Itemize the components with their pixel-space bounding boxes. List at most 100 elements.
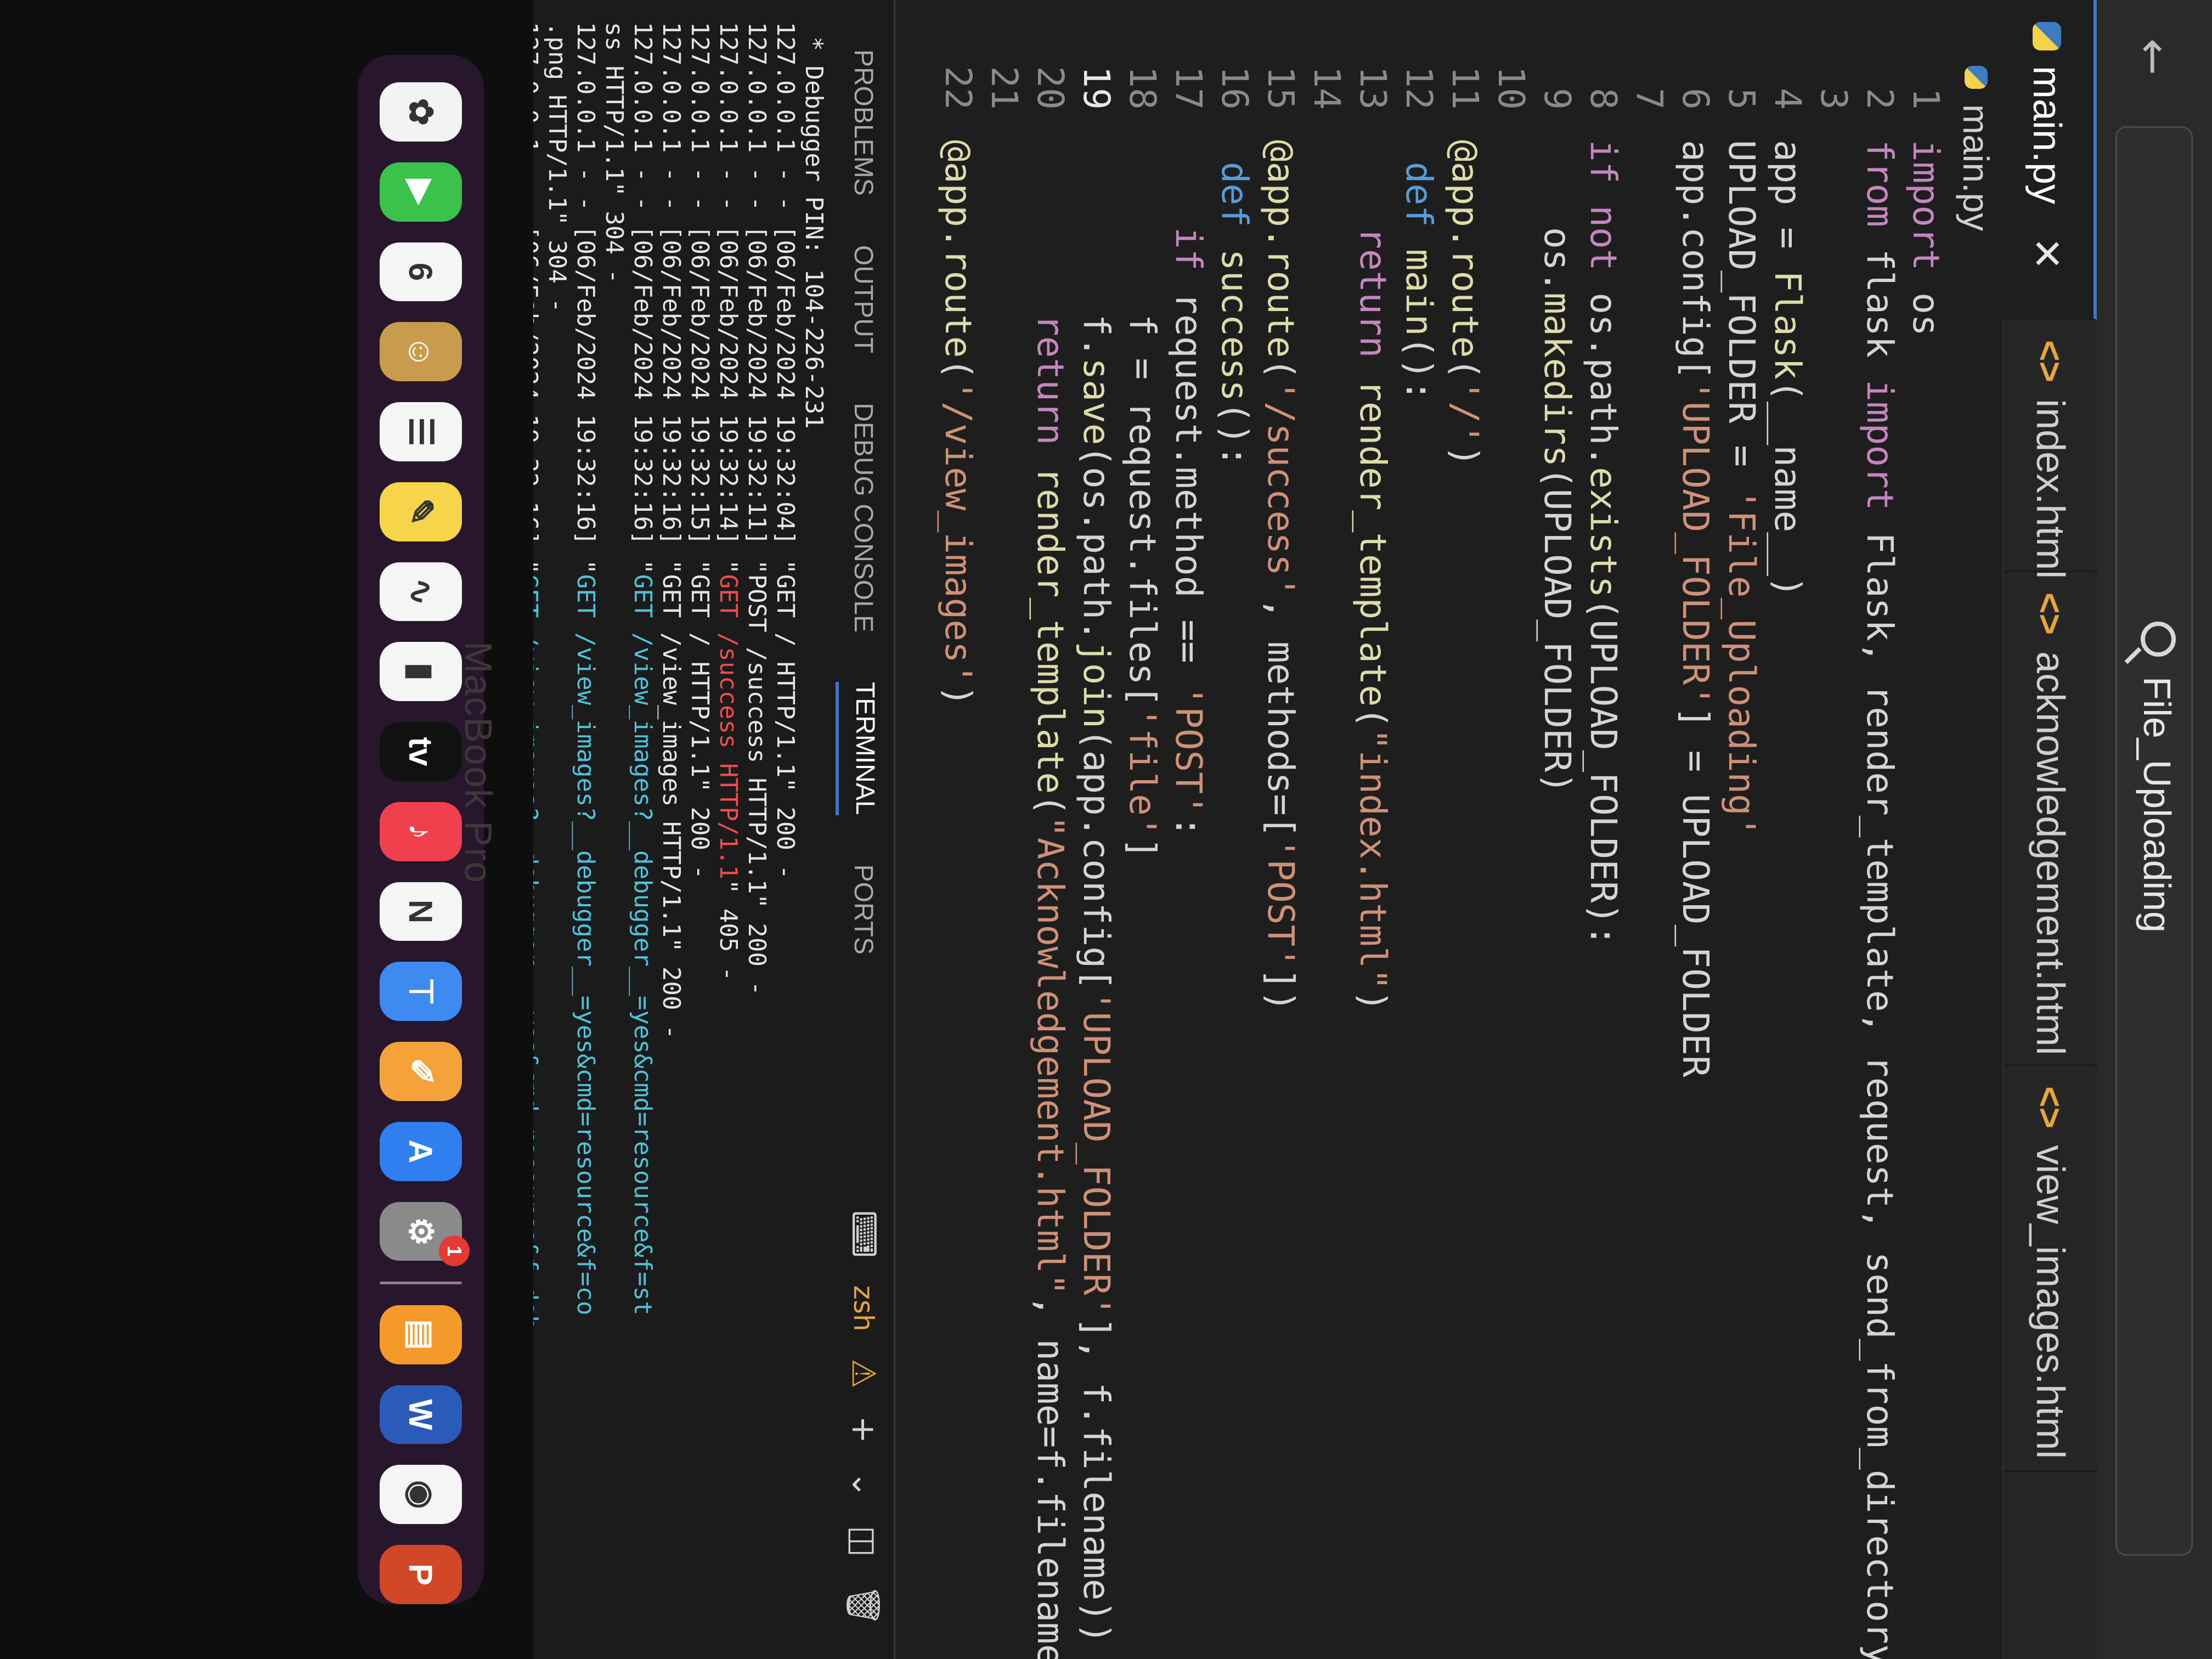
code-text: app.config['UPLOAD_FOLDER'] = UPLOAD_FOL… xyxy=(1674,140,1717,1077)
html-file-icon: <> xyxy=(2030,340,2070,383)
code-line[interactable]: 10 xyxy=(1488,0,1534,1659)
split-terminal-icon[interactable]: ◫ xyxy=(844,1526,883,1557)
code-line[interactable]: 19 f.save(os.path.join(app.config['UPLOA… xyxy=(1073,0,1119,1659)
code-line[interactable]: 5 UPLOAD_FOLDER = 'File_Uploading' xyxy=(1718,0,1764,1659)
code-text: if request.method == 'POST': xyxy=(1167,227,1210,838)
line-number: 16 xyxy=(1214,66,1256,110)
apple-tv-icon[interactable]: tv xyxy=(380,722,462,781)
code-line[interactable]: 20 return render_template("Acknowledgeme… xyxy=(1027,0,1073,1659)
terminal-line: 127.0.0.1 - - [06/Feb/2024 19:32:16] "GE… xyxy=(533,22,543,1330)
code-line[interactable]: 14 xyxy=(1304,0,1350,1659)
freeform-icon[interactable]: ∿ xyxy=(380,562,462,622)
tab-acknowledgement-html[interactable]: <> acknowledgement.html xyxy=(2004,571,2097,1066)
chevron-down-icon[interactable]: ⌄ xyxy=(844,1471,883,1498)
terminal-line: * Debugger PIN: 104-226-231 xyxy=(800,22,828,429)
terminal-line: 127.0.0.1 - - [06/Feb/2024 19:32:15] "GE… xyxy=(686,22,714,879)
html-file-icon: <> xyxy=(2030,592,2070,635)
terminal-line: 127.0.0.1 - - [06/Feb/2024 19:32:14] "GE… xyxy=(714,22,742,981)
code-line[interactable]: 12 def main(): xyxy=(1396,0,1442,1659)
code-line[interactable]: 17 if request.method == 'POST': xyxy=(1165,0,1211,1659)
code-text: def main(): xyxy=(1398,140,1440,402)
breadcrumb: main.py xyxy=(1949,0,2004,1659)
code-line[interactable]: 9 os.makedirs(UPLOAD_FOLDER) xyxy=(1534,0,1580,1659)
code-line[interactable]: 21 xyxy=(981,0,1027,1659)
reminders-icon[interactable]: ☰ xyxy=(380,402,462,461)
code-line[interactable]: 4 app = Flask(__name__) xyxy=(1764,0,1810,1659)
code-line[interactable]: 18 f = request.files['file'] xyxy=(1119,0,1165,1659)
plus-icon[interactable]: + xyxy=(844,1416,883,1443)
close-icon[interactable]: ✕ xyxy=(2024,237,2070,270)
tab-view-images-html[interactable]: <> view_images.html xyxy=(2004,1064,2097,1472)
code-line[interactable]: 8 if not os.path.exists(UPLOAD_FOLDER): xyxy=(1580,0,1626,1659)
contacts-icon[interactable]: ☺ xyxy=(380,322,462,382)
chrome-icon[interactable]: ◉ xyxy=(380,1465,462,1525)
code-line[interactable]: 6 app.config['UPLOAD_FOLDER'] = UPLOAD_FO… xyxy=(1672,0,1718,1659)
code-text: from flask import Flask, render_template… xyxy=(1859,140,1901,1659)
numbers-icon[interactable]: ▮ xyxy=(380,642,462,702)
pages-icon[interactable]: ✐ xyxy=(380,1042,462,1101)
code-line[interactable]: 13 return render_template("index.html") xyxy=(1350,0,1396,1659)
code-text: os.makedirs(UPLOAD_FOLDER) xyxy=(1536,140,1578,794)
terminal-line: 127.0.0.1 - - [06/Feb/2024 19:32:04] "GE… xyxy=(771,22,799,879)
calendar-icon[interactable]: 6 xyxy=(380,242,462,302)
trash-icon[interactable]: 🗑 xyxy=(844,1584,883,1626)
line-number: 12 xyxy=(1398,66,1440,110)
tab-problems[interactable]: PROBLEMS xyxy=(838,49,890,196)
news-icon[interactable]: N xyxy=(380,882,462,941)
app-store-icon[interactable]: A xyxy=(380,1121,462,1181)
breadcrumb-file[interactable]: main.py xyxy=(1955,104,1997,231)
powerpoint-icon[interactable]: P xyxy=(380,1545,462,1604)
tab-label: view_images.html xyxy=(2028,1145,2072,1459)
music-icon[interactable]: ♪ xyxy=(380,802,462,861)
laptop-label: MacBook Pro xyxy=(457,641,500,884)
code-text: @app.route('/success', methods=['POST']) xyxy=(1260,140,1302,1012)
line-number: 3 xyxy=(1813,88,1855,110)
line-number: 5 xyxy=(1720,88,1763,110)
code-editor[interactable]: 1 import os 2 from flask import Flask, rend… xyxy=(906,0,1949,1659)
code-line[interactable]: 16 def success(): xyxy=(1211,0,1257,1659)
facetime-icon[interactable]: ▶ xyxy=(380,162,462,222)
search-icon xyxy=(2141,622,2176,657)
line-number: 13 xyxy=(1352,66,1394,110)
word-icon[interactable]: W xyxy=(380,1385,462,1444)
tab-output[interactable]: OUTPUT xyxy=(838,245,890,353)
keynote-icon[interactable]: ⊤ xyxy=(380,962,462,1022)
notes-icon[interactable]: ✎ xyxy=(380,482,462,541)
tab-ports[interactable]: PORTS xyxy=(838,865,890,955)
tab-main-py[interactable]: main.py ✕ xyxy=(2000,0,2097,320)
code-text: f = request.files['file'] xyxy=(1121,140,1164,860)
code-line[interactable]: 1 import os xyxy=(1903,0,1949,1659)
code-line[interactable]: 2 from flask import Flask, render_templat… xyxy=(1857,0,1903,1659)
code-line[interactable]: 15 @app.route('/success', methods=['POST'… xyxy=(1257,0,1304,1659)
code-line[interactable]: 7 xyxy=(1626,0,1672,1659)
photo-stage: ← File_Uploading main.py ✕ <> index.html… xyxy=(0,0,2212,1659)
editor-tab-bar: main.py ✕ <> index.html <> acknowledgeme… xyxy=(2000,0,2097,1659)
tab-debug-console[interactable]: DEBUG CONSOLE xyxy=(838,403,890,633)
terminal-line: 127.0.0.1 - - [06/Feb/2024 19:32:16] "GE… xyxy=(572,22,600,1316)
command-center-search[interactable]: File_Uploading xyxy=(2115,126,2193,1556)
notification-badge: 1 xyxy=(439,1235,470,1267)
terminal-line: .png HTTP/1.1" 304 - xyxy=(543,22,571,313)
tab-terminal[interactable]: TERMINAL xyxy=(836,681,891,815)
terminal-icon: ⌨ xyxy=(844,1210,883,1258)
code-line[interactable]: 11 @app.route('/') xyxy=(1442,0,1488,1659)
shell-label[interactable]: zsh xyxy=(848,1285,879,1331)
code-line[interactable]: 3 xyxy=(1810,0,1857,1659)
line-number: 8 xyxy=(1582,88,1624,110)
system-settings-icon[interactable]: ⚙ 1 xyxy=(380,1201,470,1267)
photos-icon[interactable]: ✿ xyxy=(380,82,462,142)
panel-toolbar: ⌨ zsh ⚠ + ⌄ ◫ 🗑 xyxy=(833,1210,894,1626)
terminal-output[interactable]: * Debugger PIN: 104-226-231 127.0.0.1 - -… xyxy=(533,22,828,1657)
dock-separator xyxy=(380,1282,462,1284)
code-text: f.save(os.path.join(app.config['UPLOAD_F… xyxy=(1075,140,1118,1644)
python-file-icon xyxy=(1965,66,1988,89)
html-file-icon: <> xyxy=(2030,1086,2070,1129)
title-bar: ← File_Uploading xyxy=(2097,0,2212,1659)
line-number: 14 xyxy=(1306,66,1348,110)
code-line[interactable]: 22 @app.route('/view_images') xyxy=(935,0,981,1659)
books-icon[interactable]: ▤ xyxy=(380,1305,462,1364)
python-file-icon xyxy=(2033,22,2061,50)
back-arrow-icon[interactable]: ← xyxy=(2128,38,2179,75)
tab-index-html[interactable]: <> index.html xyxy=(2004,318,2097,579)
line-number: 22 xyxy=(937,66,979,110)
